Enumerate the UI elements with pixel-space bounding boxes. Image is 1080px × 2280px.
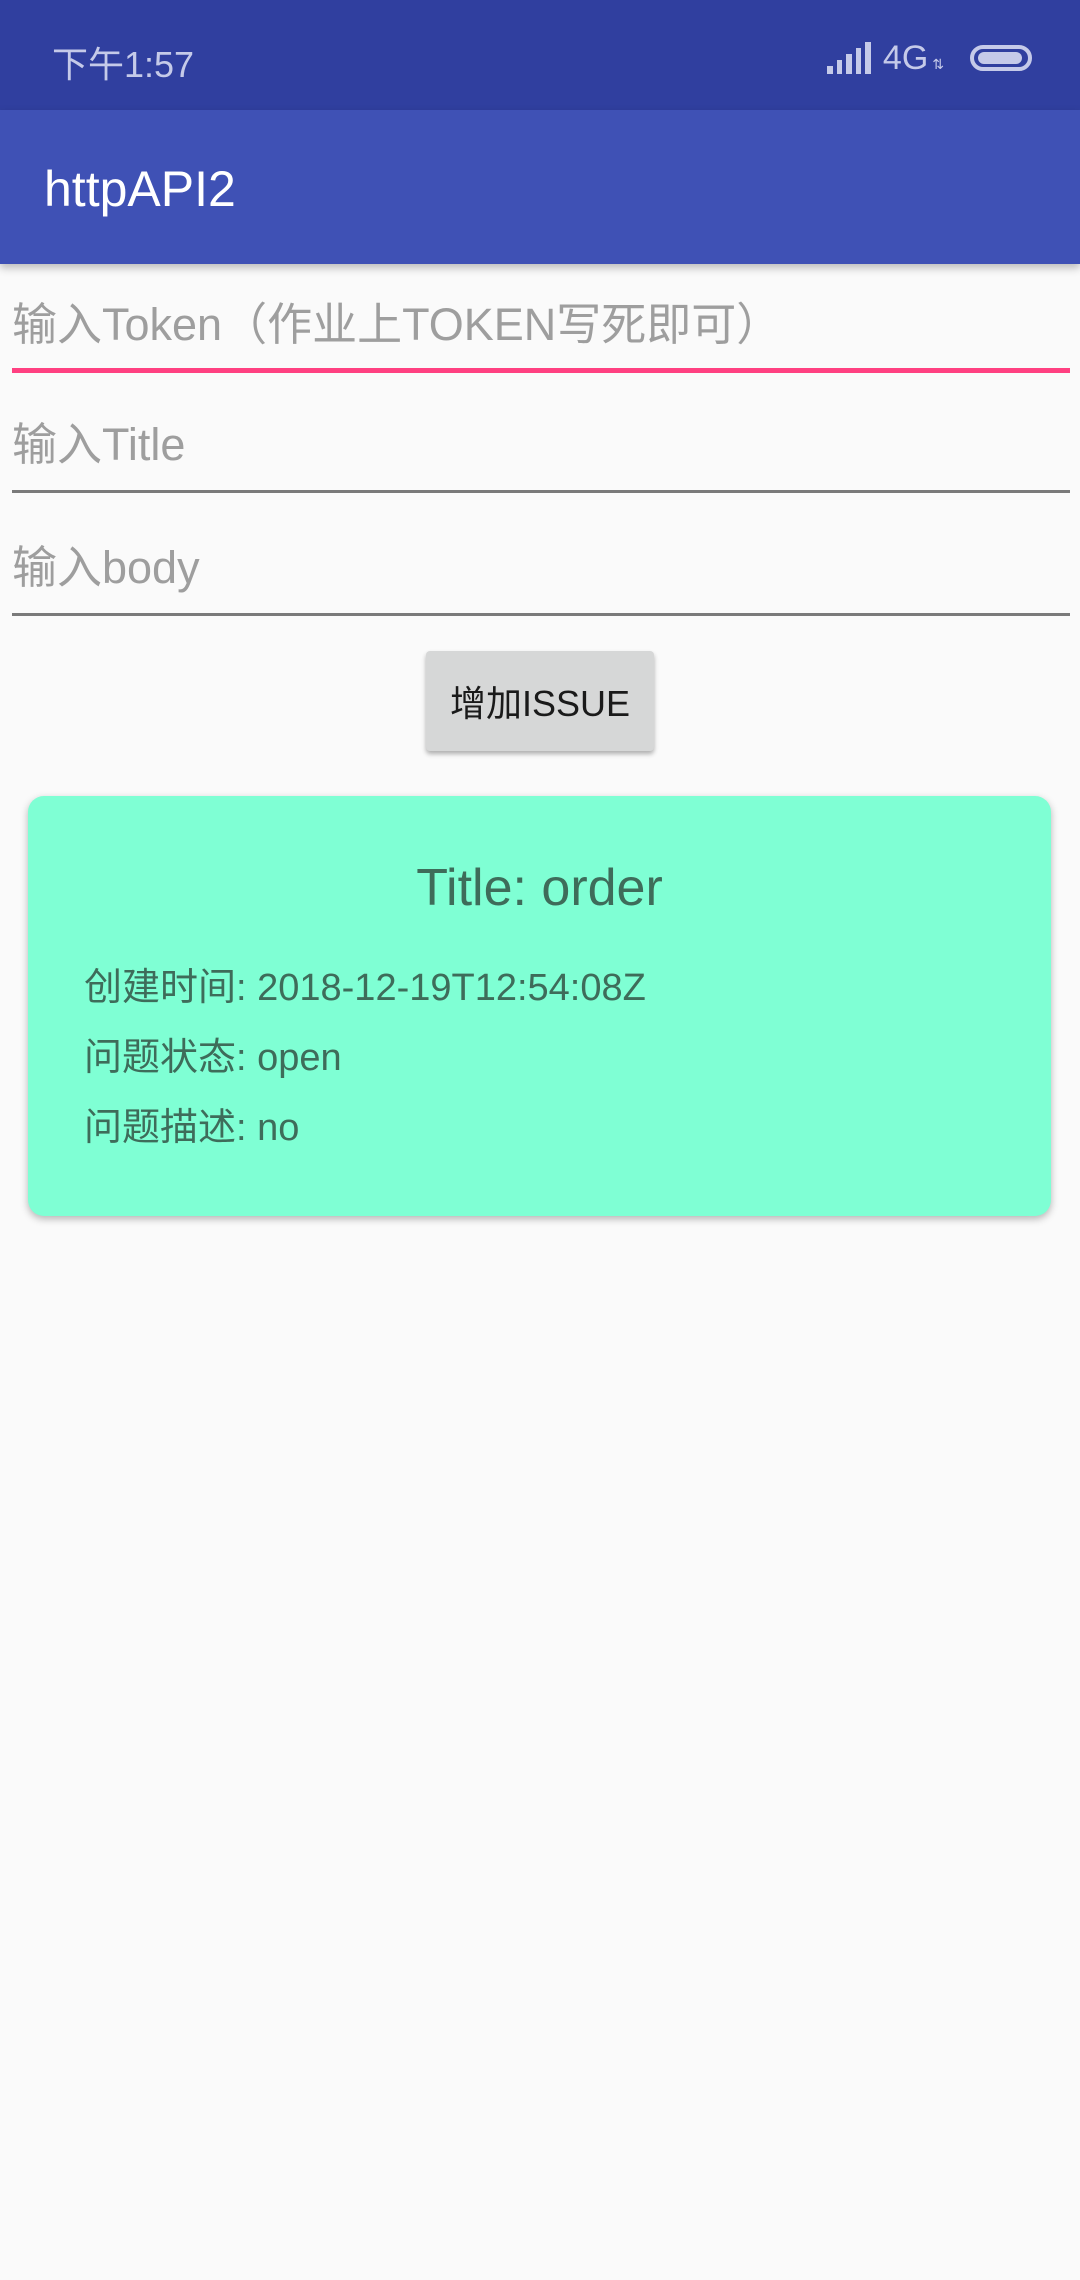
- status-bar: 下午1:57 4G ⇅: [0, 0, 1080, 110]
- issue-card: Title: order 创建时间: 2018-12-19T12:54:08Z …: [28, 796, 1051, 1216]
- status-time: 下午1:57: [52, 44, 195, 85]
- battery-icon: [970, 45, 1032, 71]
- status-icons: 4G ⇅: [826, 38, 1032, 78]
- title-field: [12, 403, 1070, 493]
- token-field-underline: [12, 368, 1070, 373]
- app-bar: httpAPI2: [0, 110, 1080, 264]
- add-issue-button[interactable]: 增加ISSUE: [426, 651, 654, 751]
- issue-state: 问题状态: open: [84, 1037, 342, 1079]
- issue-description: 问题描述: no: [84, 1107, 300, 1149]
- issue-title: Title: order: [416, 859, 663, 917]
- body-field-underline: [12, 613, 1070, 616]
- app-title: httpAPI2: [44, 161, 236, 217]
- title-input[interactable]: [12, 403, 1070, 487]
- data-activity-icon: ⇅: [932, 57, 944, 73]
- network-type-label: 4G: [882, 38, 929, 77]
- token-field: [12, 283, 1070, 373]
- title-field-underline: [12, 490, 1070, 493]
- token-input[interactable]: [12, 283, 1070, 367]
- issue-created-at: 创建时间: 2018-12-19T12:54:08Z: [84, 967, 646, 1009]
- body-input[interactable]: [12, 526, 1070, 610]
- signal-icon: [826, 42, 871, 74]
- body-field: [12, 526, 1070, 616]
